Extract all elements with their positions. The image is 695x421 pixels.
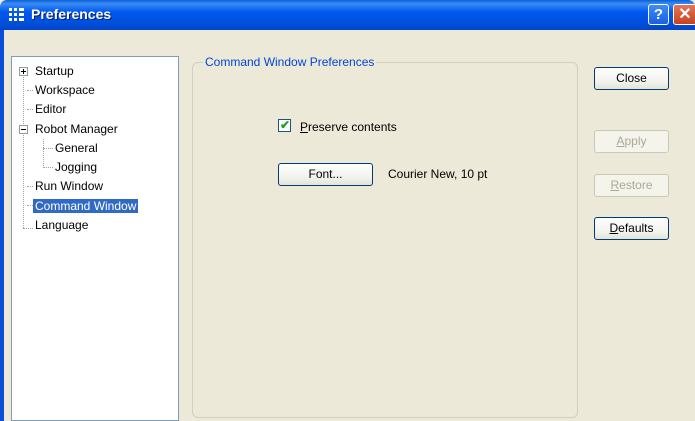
- tree-item-workspace[interactable]: Workspace: [33, 82, 97, 100]
- tree-item-robot-manager[interactable]: Robot Manager: [33, 121, 120, 139]
- tree-item-language[interactable]: Language: [33, 217, 90, 235]
- tree-item-label: Command Window: [33, 199, 139, 213]
- preferences-tree[interactable]: Startup Workspace Editor Robot Manager G…: [11, 56, 179, 421]
- label-text: reserve contents: [308, 120, 397, 134]
- preferences-dialog: Preferences ? ✕ Startup Workspace Editor: [0, 0, 695, 421]
- mnemonic-d: D: [609, 221, 619, 235]
- preserve-contents-checkbox[interactable]: ✔: [278, 118, 291, 132]
- tree-item-startup[interactable]: Startup: [33, 63, 76, 81]
- tree-item-jogging[interactable]: Jogging: [53, 159, 99, 177]
- collapse-robot-manager-icon[interactable]: [19, 125, 28, 134]
- tree-item-general[interactable]: General: [53, 140, 100, 158]
- tree-item-label: Robot Manager: [35, 122, 118, 136]
- tree-item-editor[interactable]: Editor: [33, 101, 68, 119]
- preserve-contents-label[interactable]: Preserve contents: [300, 120, 397, 134]
- mnemonic-r: R: [610, 178, 620, 192]
- defaults-button[interactable]: Defaults: [594, 217, 669, 240]
- tree-connector: [43, 148, 53, 149]
- tree-connector: [43, 167, 53, 168]
- tree-root-line: [23, 71, 24, 228]
- window-title: Preferences: [31, 6, 112, 22]
- tree-item-label: Run Window: [35, 179, 104, 193]
- button-label: estore: [619, 178, 653, 192]
- apply-button[interactable]: Apply: [594, 130, 669, 153]
- button-label: efaults: [618, 221, 654, 235]
- window-frame-left: [0, 30, 4, 421]
- tree-item-command-window[interactable]: Command Window: [33, 198, 139, 216]
- close-button[interactable]: Close: [594, 67, 669, 90]
- tree-item-label: Startup: [35, 64, 74, 78]
- button-label: pply: [624, 134, 647, 148]
- help-button[interactable]: ?: [648, 4, 669, 25]
- tree-item-label: General: [55, 141, 98, 155]
- title-bar[interactable]: Preferences ? ✕: [0, 0, 695, 30]
- tree-item-label: Language: [35, 218, 89, 232]
- tree-item-label: Jogging: [55, 160, 98, 174]
- tree-item-label: Editor: [35, 102, 67, 116]
- font-value: Courier New, 10 pt: [388, 167, 488, 181]
- help-icon: ?: [653, 6, 664, 23]
- tree-item-label: Workspace: [35, 83, 95, 97]
- command-window-preferences-group: [192, 62, 578, 418]
- tree-item-run-window[interactable]: Run Window: [33, 178, 105, 196]
- tree-connector: [23, 228, 33, 229]
- group-legend: Command Window Preferences: [203, 55, 377, 69]
- font-button[interactable]: Font...: [278, 163, 373, 186]
- window-close-button[interactable]: ✕: [673, 4, 695, 25]
- mnemonic-a: A: [616, 134, 625, 148]
- app-icon: [9, 8, 25, 22]
- checkmark-icon: ✔: [280, 118, 291, 132]
- close-icon: ✕: [678, 6, 692, 23]
- tree-child-line: [43, 139, 44, 168]
- expand-startup-icon[interactable]: [19, 67, 28, 76]
- mnemonic-p: P: [300, 120, 309, 134]
- restore-button[interactable]: Restore: [594, 174, 669, 197]
